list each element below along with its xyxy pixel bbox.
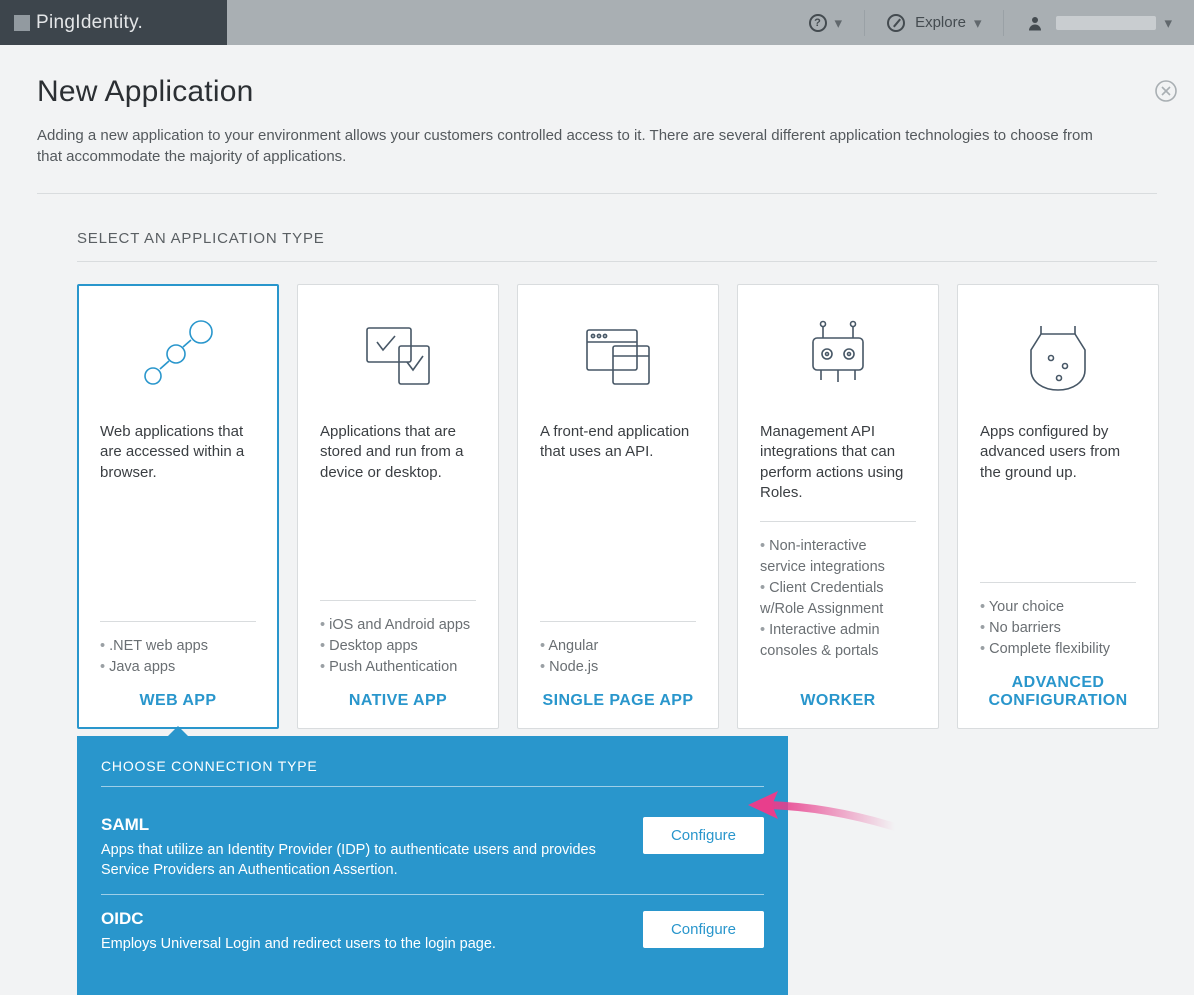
card-examples: Your choice No barriers Complete flexibi… [980, 597, 1136, 660]
card-examples: Non-interactive service integrations Cli… [760, 536, 916, 662]
connection-desc: Employs Universal Login and redirect use… [101, 935, 496, 955]
user-name-redacted [1056, 16, 1156, 30]
card-desc: A front-end application that uses an API… [540, 422, 696, 463]
card-examples: iOS and Android apps Desktop apps Push A… [320, 615, 476, 678]
web-app-icon [100, 309, 256, 404]
help-icon: ? [809, 14, 827, 32]
connection-oidc: OIDC Employs Universal Login and redirec… [101, 895, 764, 969]
card-title: WORKER [760, 692, 916, 710]
list-item: Client Credentials w/Role Assignment [760, 578, 916, 620]
brand-text-a: Ping [36, 12, 75, 34]
compass-icon [887, 14, 905, 32]
card-desc: Management API integrations that can per… [760, 422, 916, 503]
list-item: Your choice [980, 597, 1136, 618]
native-app-icon [320, 309, 476, 404]
new-application-modal: New Application Adding a new application… [0, 45, 1194, 995]
card-title: WEB APP [100, 692, 256, 710]
connection-title: OIDC [101, 909, 496, 929]
card-title: SINGLE PAGE APP [540, 692, 696, 710]
divider [77, 261, 1157, 262]
card-examples: Angular Node.js [540, 636, 696, 678]
logo-mark-icon [14, 15, 30, 31]
list-item: .NET web apps [100, 636, 256, 657]
section-label: SELECT AN APPLICATION TYPE [77, 230, 1194, 247]
spa-icon [540, 309, 696, 404]
card-title: ADVANCED CONFIGURATION [980, 674, 1136, 710]
list-item: Java apps [100, 657, 256, 678]
app-type-advanced-configuration[interactable]: Apps configured by advanced users from t… [957, 284, 1159, 729]
divider [980, 582, 1136, 583]
configure-oidc-button[interactable]: Configure [643, 911, 764, 948]
list-item: No barriers [980, 618, 1136, 639]
divider [320, 600, 476, 601]
card-desc: Apps configured by advanced users from t… [980, 422, 1136, 483]
advanced-icon [980, 309, 1136, 404]
application-type-cards: Web applications that are accessed withi… [77, 284, 1194, 729]
worker-icon [760, 309, 916, 404]
list-item: Complete flexibility [980, 639, 1136, 660]
close-icon [1154, 79, 1178, 103]
connection-section-label: CHOOSE CONNECTION TYPE [101, 758, 764, 774]
divider [101, 786, 764, 787]
explore-menu[interactable]: Explore ▾ [865, 0, 1003, 45]
list-item: iOS and Android apps [320, 615, 476, 636]
list-item: Interactive admin consoles & portals [760, 620, 916, 662]
user-icon [1026, 14, 1044, 32]
configure-saml-button[interactable]: Configure [643, 817, 764, 854]
topbar: PingIdentity. ? ▾ Explore ▾ ▾ [0, 0, 1194, 45]
divider [540, 621, 696, 622]
list-item: Angular [540, 636, 696, 657]
connection-title: SAML [101, 815, 601, 835]
card-desc: Web applications that are accessed withi… [100, 422, 256, 483]
app-type-worker[interactable]: Management API integrations that can per… [737, 284, 939, 729]
card-examples: .NET web apps Java apps [100, 636, 256, 678]
list-item: Desktop apps [320, 636, 476, 657]
app-type-native-app[interactable]: Applications that are stored and run fro… [297, 284, 499, 729]
page-title: New Application [37, 75, 1157, 109]
app-type-web-app[interactable]: Web applications that are accessed withi… [77, 284, 279, 729]
app-type-single-page-app[interactable]: A front-end application that uses an API… [517, 284, 719, 729]
explore-label: Explore [915, 14, 966, 31]
list-item: Node.js [540, 657, 696, 678]
help-menu[interactable]: ? ▾ [787, 0, 865, 45]
connection-desc: Apps that utilize an Identity Provider (… [101, 841, 601, 880]
list-item: Push Authentication [320, 657, 476, 678]
page-description: Adding a new application to your environ… [37, 125, 1097, 167]
chevron-down-icon: ▾ [835, 14, 843, 32]
chevron-down-icon: ▾ [974, 14, 982, 32]
connection-saml: SAML Apps that utilize an Identity Provi… [101, 801, 764, 894]
user-menu[interactable]: ▾ [1004, 0, 1194, 45]
chevron-down-icon: ▾ [1164, 14, 1172, 32]
connection-type-panel: CHOOSE CONNECTION TYPE SAML Apps that ut… [77, 736, 788, 995]
brand-text-b: Identity. [75, 12, 143, 34]
card-desc: Applications that are stored and run fro… [320, 422, 476, 483]
card-title: NATIVE APP [320, 692, 476, 710]
list-item: Non-interactive service integrations [760, 536, 916, 578]
brand-logo[interactable]: PingIdentity. [0, 0, 227, 45]
divider [100, 621, 256, 622]
divider [760, 521, 916, 522]
close-button[interactable] [1154, 79, 1178, 103]
